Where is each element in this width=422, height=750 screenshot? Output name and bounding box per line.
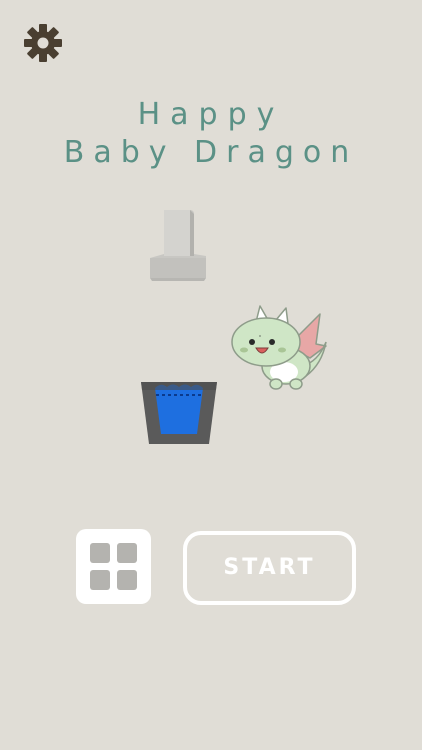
start-button[interactable]: START xyxy=(183,531,356,605)
menu-grid-button[interactable] xyxy=(76,529,151,604)
title-line-happy: Happy xyxy=(137,97,285,132)
gear-icon xyxy=(24,24,62,62)
title-line-baby-dragon: Baby Dragon xyxy=(63,135,359,170)
water-cup-image xyxy=(141,382,217,444)
settings-button[interactable] xyxy=(23,23,63,63)
stone-pillar-image xyxy=(150,210,206,281)
baby-dragon-character xyxy=(231,305,327,390)
